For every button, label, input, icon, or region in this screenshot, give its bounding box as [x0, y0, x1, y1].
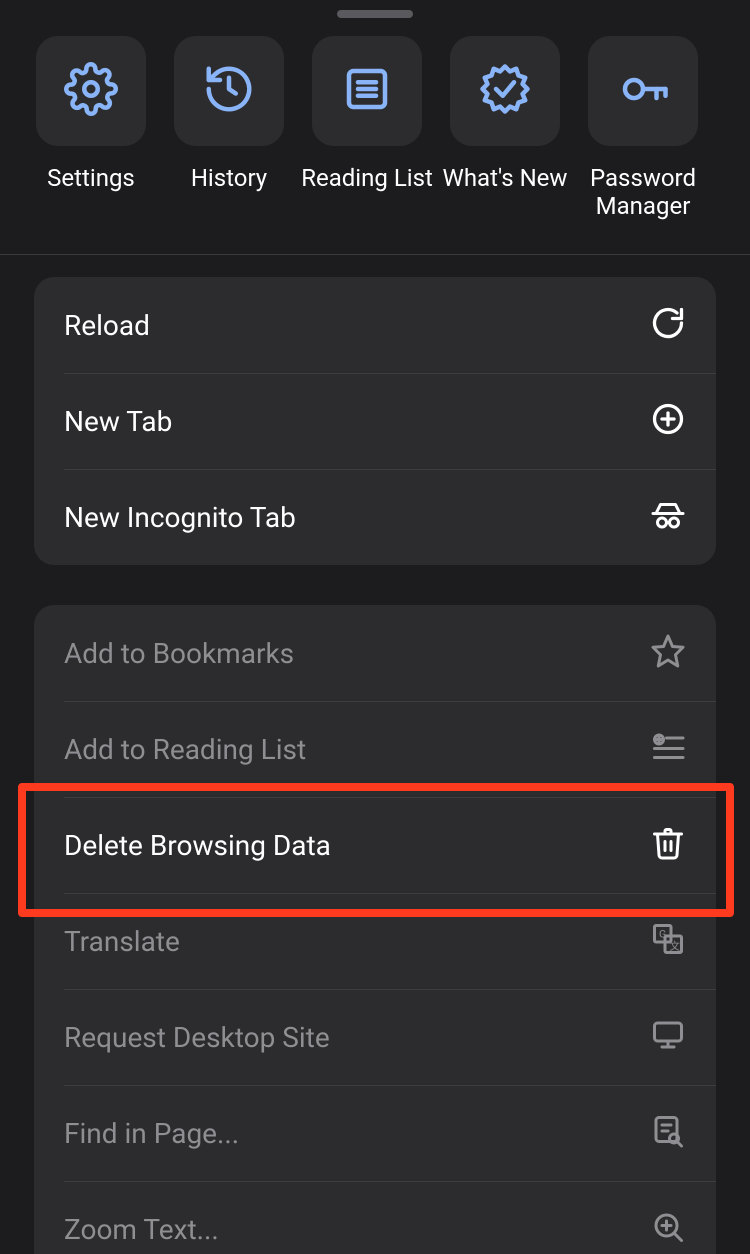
plus-circle-icon — [650, 401, 686, 441]
menu-item-label: Add to Bookmarks — [64, 637, 294, 670]
whats-new-icon — [478, 62, 532, 120]
add-reading-list-icon — [650, 729, 686, 769]
sheet-handle[interactable] — [337, 10, 413, 18]
menu-section-primary: Reload New Tab New Incognito Tab — [34, 277, 716, 565]
find-icon — [650, 1113, 686, 1153]
shortcut-label: Settings — [47, 164, 135, 192]
menu-item-add-bookmarks[interactable]: Add to Bookmarks — [34, 605, 716, 701]
shortcut-label: What's New — [443, 164, 568, 192]
menu-item-label: Find in Page... — [64, 1117, 239, 1150]
shortcut-tile — [312, 36, 422, 146]
shortcut-label: History — [191, 164, 267, 192]
menu-item-label: New Incognito Tab — [64, 501, 296, 534]
menu-item-label: Delete Browsing Data — [64, 829, 331, 862]
gear-icon — [64, 62, 118, 120]
shortcut-tile — [588, 36, 698, 146]
menu-item-delete-browsing-data[interactable]: Delete Browsing Data — [34, 797, 716, 893]
top-divider — [0, 254, 750, 255]
menu-item-label: New Tab — [64, 405, 172, 438]
menu-item-request-desktop-site[interactable]: Request Desktop Site — [34, 989, 716, 1085]
reading-list-icon — [340, 62, 394, 120]
shortcut-tile — [36, 36, 146, 146]
desktop-icon — [650, 1017, 686, 1057]
menu-item-translate[interactable]: Translate G 文 — [34, 893, 716, 989]
menu-item-new-tab[interactable]: New Tab — [34, 373, 716, 469]
menu-item-label: Reload — [64, 309, 150, 342]
svg-text:G: G — [659, 928, 666, 941]
svg-text:文: 文 — [670, 940, 681, 953]
shortcut-settings[interactable]: Settings — [36, 36, 146, 220]
key-icon — [616, 62, 670, 120]
shortcut-tile — [450, 36, 560, 146]
menu-item-new-incognito-tab[interactable]: New Incognito Tab — [34, 469, 716, 565]
shortcut-tile — [174, 36, 284, 146]
shortcut-label: Password Manager — [588, 164, 698, 220]
translate-icon: G 文 — [650, 921, 686, 961]
menu-item-label: Translate — [64, 925, 180, 958]
trash-icon — [650, 825, 686, 865]
history-icon — [202, 62, 256, 120]
reload-icon — [650, 305, 686, 345]
shortcut-label: Reading List — [301, 164, 433, 192]
menu-item-label: Add to Reading List — [64, 733, 306, 766]
menu-item-label: Zoom Text... — [64, 1213, 219, 1246]
menu-section-secondary: Add to Bookmarks Add to Reading List Del… — [34, 605, 716, 1254]
incognito-icon — [650, 497, 686, 537]
shortcut-reading-list[interactable]: Reading List — [312, 36, 422, 220]
menu-item-find-in-page[interactable]: Find in Page... — [34, 1085, 716, 1181]
menu-item-add-reading-list[interactable]: Add to Reading List — [34, 701, 716, 797]
menu-item-label: Request Desktop Site — [64, 1021, 330, 1054]
shortcut-whats-new[interactable]: What's New — [450, 36, 560, 220]
shortcuts-row: Settings History — [0, 36, 750, 254]
menu-item-reload[interactable]: Reload — [34, 277, 716, 373]
shortcut-password-manager[interactable]: Password Manager — [588, 36, 698, 220]
zoom-icon — [650, 1209, 686, 1249]
star-icon — [650, 633, 686, 673]
shortcut-history[interactable]: History — [174, 36, 284, 220]
menu-item-zoom-text[interactable]: Zoom Text... — [34, 1181, 716, 1254]
